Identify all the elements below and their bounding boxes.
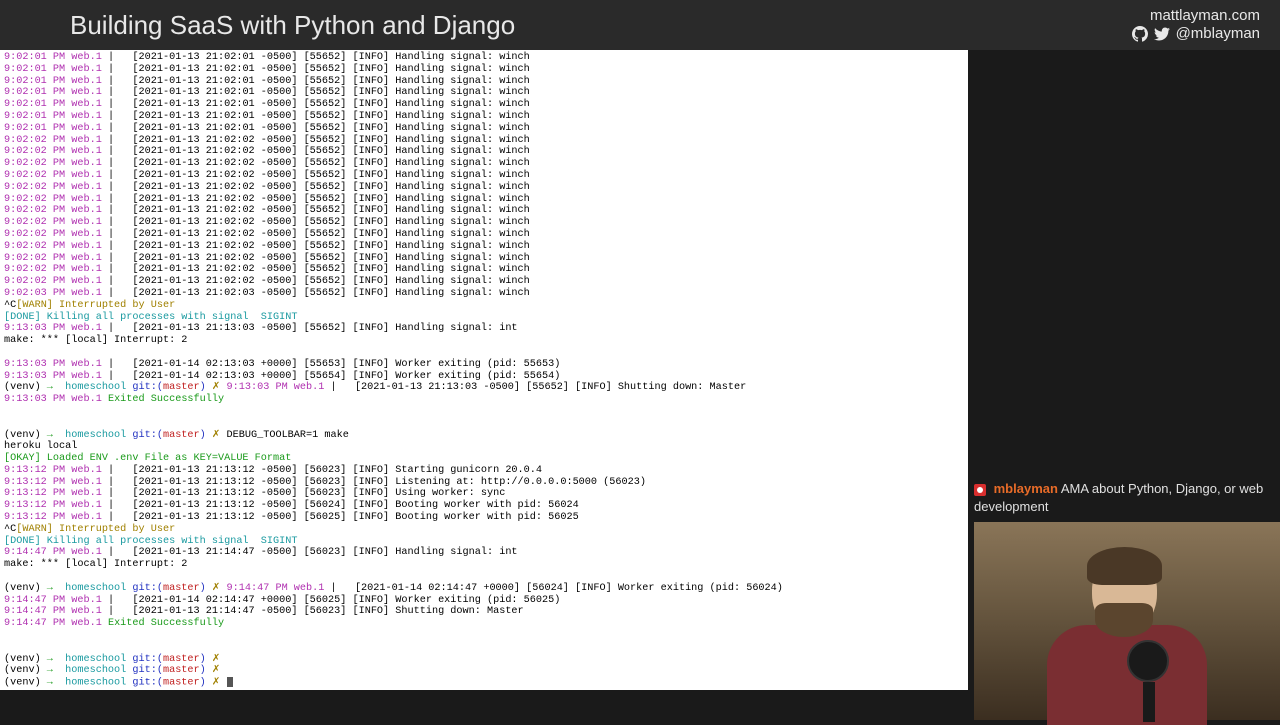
stream-title: Building SaaS with Python and Django [70,10,515,41]
stream-header: Building SaaS with Python and Django mat… [0,0,1280,50]
twitter-icon [1154,26,1170,42]
github-icon [1132,26,1148,42]
stream-branding: mattlayman.com @mblayman [1132,7,1260,43]
stream-sidebar: mblayman AMA about Python, Django, or we… [968,50,1280,720]
chat-username: mblayman [994,481,1058,496]
terminal-window[interactable]: 9:02:01 PM web.1 | [2021-01-13 21:02:01 … [0,50,968,690]
chat-message: mblayman AMA about Python, Django, or we… [974,480,1274,515]
broadcaster-badge-icon [974,484,986,496]
webcam-feed [974,522,1280,720]
site-url: mattlayman.com [1132,7,1260,25]
twitter-handle: @mblayman [1176,25,1260,43]
